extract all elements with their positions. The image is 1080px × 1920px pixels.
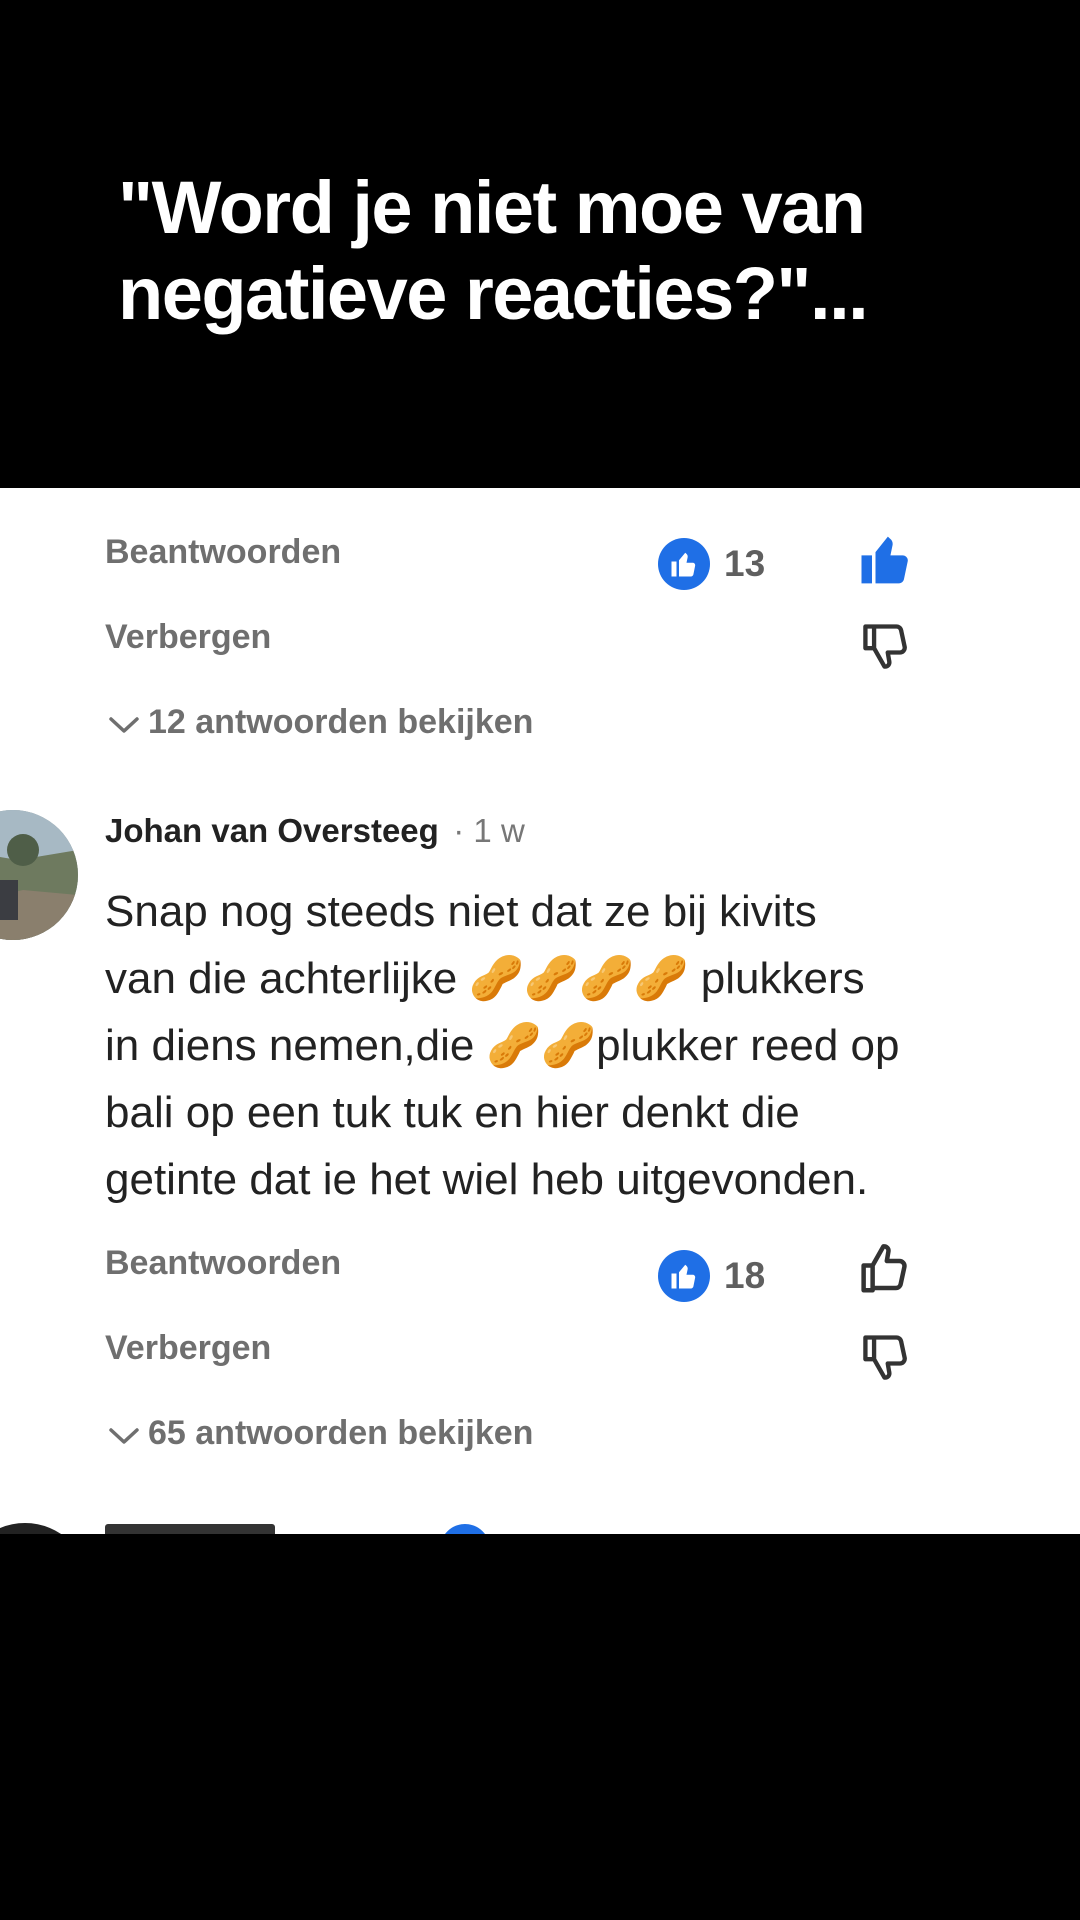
- comment-text: Snap nog steeds niet dat ze bij kivits v…: [105, 878, 1065, 1213]
- comment-line: Snap nog steeds niet dat ze bij kivits: [105, 887, 817, 936]
- video-caption-area: "Word je niet moe van negatieve reacties…: [0, 0, 1080, 488]
- thumbs-down-icon: [860, 624, 912, 676]
- comment-header: Johan van Oversteeg · 1 w: [105, 812, 525, 850]
- like-button[interactable]: [858, 1243, 912, 1302]
- hide-button[interactable]: Verbergen: [105, 618, 271, 657]
- dislike-button[interactable]: [860, 620, 912, 677]
- chevron-down-icon: [108, 1416, 148, 1455]
- thumbs-down-icon: [860, 1335, 912, 1387]
- view-replies-label: 65 antwoorden bekijken: [148, 1414, 534, 1452]
- view-replies-label: 12 antwoorden bekijken: [148, 703, 534, 741]
- avatar[interactable]: [0, 1523, 90, 1534]
- thumbs-up-icon: [658, 1250, 710, 1302]
- comments-screenshot: Beantwoorden 13 Verbergen 12 antwoorden …: [0, 488, 1080, 1534]
- like-count: 18: [724, 1255, 766, 1296]
- avatar-photo: [0, 810, 78, 940]
- thumbs-up-icon: [658, 538, 710, 590]
- verified-badge-icon: [440, 1524, 490, 1534]
- reply-button[interactable]: Beantwoorden: [105, 1244, 341, 1283]
- username-cutoff: [105, 1524, 275, 1534]
- video-caption: "Word je niet moe van negatieve reacties…: [118, 166, 869, 335]
- avatar[interactable]: [0, 810, 78, 940]
- like-count: 13: [724, 543, 766, 584]
- hide-button[interactable]: Verbergen: [105, 1329, 271, 1368]
- chevron-down-icon: [108, 705, 148, 744]
- dislike-button[interactable]: [860, 1331, 912, 1388]
- timestamp: · 1 w: [453, 812, 525, 849]
- bottom-black-area: [0, 1534, 1080, 1920]
- thumbs-up-icon: [858, 536, 914, 592]
- view-replies-button[interactable]: 65 antwoorden bekijken: [108, 1414, 533, 1455]
- comment-line: van die achterlijke 🥜🥜🥜🥜 plukkers: [105, 954, 865, 1003]
- username[interactable]: Johan van Oversteeg: [105, 812, 439, 849]
- thumbs-up-icon: [858, 1244, 912, 1301]
- comment-line: getinte dat ie het wiel heb uitgevonden.: [105, 1155, 869, 1204]
- view-replies-button[interactable]: 12 antwoorden bekijken: [108, 703, 533, 744]
- comment-line: in diens nemen,die 🥜🥜plukker reed op: [105, 1021, 900, 1070]
- reply-button[interactable]: Beantwoorden: [105, 533, 341, 572]
- comment-line: bali op een tuk tuk en hier denkt die: [105, 1088, 800, 1137]
- like-button[interactable]: [858, 532, 914, 593]
